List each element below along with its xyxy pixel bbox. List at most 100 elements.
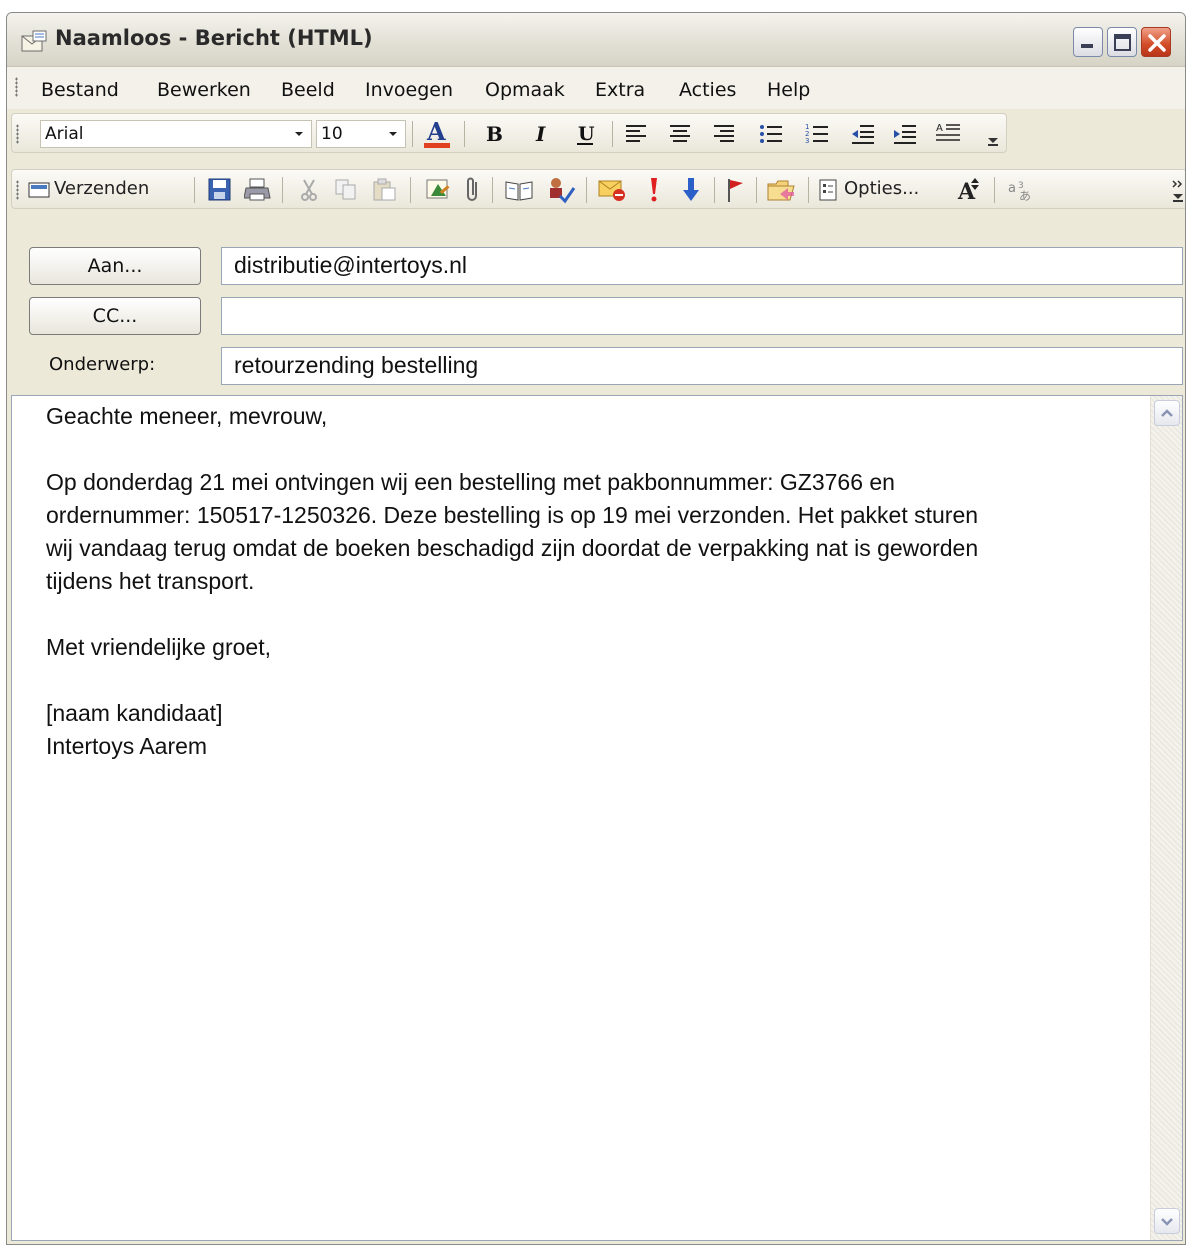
- window-title: Naamloos - Bericht (HTML): [55, 26, 373, 50]
- separator: [492, 177, 493, 203]
- check-names-icon[interactable]: [546, 176, 576, 204]
- address-book-icon[interactable]: [504, 178, 534, 202]
- menu-bewerken[interactable]: Bewerken: [157, 79, 251, 101]
- toolbar-overflow-icon[interactable]: [1170, 178, 1186, 206]
- separator: [194, 177, 195, 203]
- paragraph-line: tijdens het transport.: [46, 568, 255, 594]
- menu-bestand[interactable]: Bestand: [41, 79, 119, 101]
- folder-icon[interactable]: [766, 176, 798, 204]
- attach-icon[interactable]: [464, 176, 482, 204]
- chevron-down-icon: [389, 132, 397, 136]
- menu-beeld[interactable]: Beeld: [281, 79, 335, 101]
- to-button[interactable]: Aan...: [29, 247, 201, 285]
- body-text[interactable]: Geachte meneer, mevrouw, Op donderdag 21…: [46, 400, 1146, 763]
- minimize-icon: [1081, 44, 1093, 48]
- numbered-list-icon[interactable]: 123: [804, 122, 830, 146]
- font-size-value: 10: [321, 124, 343, 144]
- paste-icon[interactable]: [372, 178, 398, 202]
- separator: [282, 177, 283, 203]
- save-icon[interactable]: [208, 178, 232, 202]
- message-icon: [21, 30, 47, 52]
- scroll-up-button[interactable]: [1154, 400, 1180, 426]
- increase-indent-icon[interactable]: [892, 122, 918, 146]
- vertical-scrollbar[interactable]: [1150, 396, 1182, 1240]
- to-field[interactable]: distributie@intertoys.nl: [221, 247, 1183, 285]
- paragraph-line: ordernummer: 150517-1250326. Deze bestel…: [46, 502, 979, 528]
- flag-icon[interactable]: [724, 176, 746, 204]
- print-icon[interactable]: [244, 178, 272, 202]
- message-header: Aan... distributie@intertoys.nl CC... On…: [7, 225, 1185, 393]
- menu-extra[interactable]: Extra: [595, 79, 645, 101]
- font-select[interactable]: Arial: [40, 120, 312, 148]
- menu-acties[interactable]: Acties: [679, 79, 736, 101]
- message-body[interactable]: Geachte meneer, mevrouw, Op donderdag 21…: [11, 395, 1183, 1241]
- svg-text:U: U: [578, 123, 595, 145]
- signature-name: [naam kandidaat]: [46, 700, 223, 726]
- font-value: Arial: [45, 124, 84, 144]
- send-button[interactable]: Verzenden: [54, 178, 149, 199]
- chevron-down-icon: [295, 132, 303, 136]
- separator: [612, 121, 613, 147]
- chevron-down-icon: [1161, 1218, 1173, 1226]
- phonetic-guide-icon[interactable]: a 3あ: [1006, 176, 1036, 204]
- separator: [464, 121, 465, 147]
- toolbar-grip[interactable]: [16, 124, 19, 144]
- decrease-indent-icon[interactable]: [850, 122, 876, 146]
- bold-icon[interactable]: B: [480, 120, 508, 148]
- close-button[interactable]: [1141, 27, 1171, 57]
- subject-field[interactable]: retourzending bestelling: [221, 347, 1183, 385]
- importance-low-icon[interactable]: [682, 176, 700, 204]
- chevron-up-icon: [1161, 409, 1173, 417]
- align-left-icon[interactable]: [624, 122, 650, 146]
- italic-icon[interactable]: I: [528, 120, 556, 148]
- font-size-grow-icon[interactable]: A: [956, 176, 984, 204]
- maximize-icon: [1114, 34, 1131, 51]
- separator: [714, 177, 715, 203]
- font-color-icon[interactable]: A: [420, 118, 454, 150]
- envelope-remove-icon[interactable]: [598, 176, 628, 204]
- bullet-list-icon[interactable]: [758, 122, 784, 146]
- greeting-line: Geachte meneer, mevrouw,: [46, 403, 328, 429]
- underline-icon[interactable]: U: [572, 120, 600, 148]
- font-size-select[interactable]: 10: [316, 120, 406, 148]
- svg-text:あ: あ: [1019, 189, 1031, 203]
- formatting-toolbar: Arial 10 A B I U 123 A: [11, 113, 1007, 153]
- message-window: Naamloos - Bericht (HTML) Bestand Bewerk…: [6, 12, 1186, 1245]
- copy-icon[interactable]: [334, 178, 358, 202]
- cc-button[interactable]: CC...: [29, 297, 201, 335]
- close-icon: [1148, 34, 1166, 52]
- closing-line: Met vriendelijke groet,: [46, 634, 271, 660]
- cut-icon[interactable]: [298, 178, 320, 202]
- style-icon[interactable]: A: [934, 120, 962, 146]
- separator: [586, 177, 587, 203]
- toolbar-options-icon[interactable]: [984, 124, 1002, 148]
- svg-text:A: A: [936, 123, 943, 134]
- cc-field[interactable]: [221, 297, 1183, 335]
- svg-text:3: 3: [805, 137, 809, 145]
- send-icon: [28, 182, 50, 198]
- menu-grip[interactable]: [15, 77, 18, 97]
- paragraph-line: wij vandaag terug omdat de boeken bescha…: [46, 535, 979, 561]
- maximize-button[interactable]: [1107, 27, 1137, 57]
- menu-opmaak[interactable]: Opmaak: [485, 79, 565, 101]
- importance-high-icon[interactable]: [646, 176, 662, 204]
- scroll-down-button[interactable]: [1154, 1208, 1180, 1234]
- separator: [410, 177, 411, 203]
- menu-invoegen[interactable]: Invoegen: [365, 79, 453, 101]
- signature-company: Intertoys Aarem: [46, 733, 208, 759]
- svg-text:B: B: [486, 122, 503, 146]
- insert-picture-icon[interactable]: [426, 178, 452, 202]
- options-button[interactable]: Opties...: [844, 178, 919, 199]
- align-right-icon[interactable]: [712, 122, 738, 146]
- subject-label: Onderwerp:: [49, 354, 156, 375]
- standard-toolbar: Verzenden Opties... A a3あ: [11, 169, 1186, 209]
- align-center-icon[interactable]: [668, 122, 694, 146]
- options-icon: [819, 179, 837, 201]
- menu-bar: Bestand Bewerken Beeld Invoegen Opmaak E…: [7, 67, 1185, 109]
- minimize-button[interactable]: [1073, 27, 1103, 57]
- toolbar-grip[interactable]: [16, 180, 19, 200]
- paragraph-line: Op donderdag 21 mei ontvingen wij een be…: [46, 469, 895, 495]
- title-bar: Naamloos - Bericht (HTML): [7, 13, 1185, 67]
- menu-help[interactable]: Help: [767, 79, 810, 101]
- separator: [756, 177, 757, 203]
